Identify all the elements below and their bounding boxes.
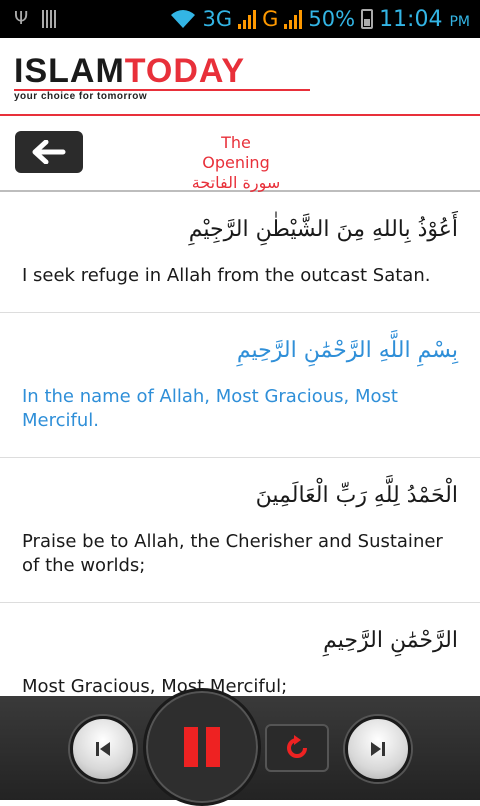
usb-icon: Ψ [14, 8, 29, 29]
skip-next-icon [371, 742, 385, 756]
clock-ampm: PM [449, 13, 470, 30]
app-header: ISLAMTODAY your choice for tomorrow [0, 38, 480, 116]
verse-translation: Most Gracious, Most Merciful; [22, 676, 288, 696]
surah-header: The Opening سورة الفاتحة [0, 116, 480, 192]
arrow-left-icon [32, 140, 66, 164]
verse-arabic: الرَّحْمَٰنِ الرَّحِيمِ [323, 628, 458, 653]
verse-list[interactable]: أَعُوْذُ بِاللهِ مِنَ الشَّيْطٰنِ الرَّج… [0, 192, 480, 696]
verse-arabic: الْحَمْدُ لِلَّهِ رَبِّ الْعَالَمِينَ [255, 483, 458, 508]
skip-previous-icon [96, 742, 110, 756]
pause-icon [180, 727, 224, 767]
surah-title: The Opening سورة الفاتحة [186, 133, 286, 193]
islamtoday-logo: ISLAMTODAY your choice for tomorrow [14, 54, 310, 102]
clock-time: 11:04 [379, 6, 443, 32]
logo-today-text: TODAY [124, 52, 246, 90]
repeat-icon [287, 735, 307, 758]
signal-3g-icon [238, 9, 257, 29]
verse-translation: I seek refuge in Allah from the outcast … [22, 265, 431, 286]
surah-title-ar: سورة الفاتحة [191, 173, 281, 192]
back-button[interactable] [15, 131, 83, 173]
verse-item[interactable]: أَعُوْذُ بِاللهِ مِنَ الشَّيْطٰنِ الرَّج… [0, 192, 480, 313]
status-bar: Ψ 3G G 50% 11:04 PM [0, 0, 480, 38]
verse-translation: In the name of Allah, Most Gracious, Mos… [22, 386, 398, 431]
logo-islam-text: ISLAM [14, 52, 125, 90]
pause-button[interactable] [143, 688, 261, 806]
logo-tagline: your choice for tomorrow [14, 91, 148, 102]
network-g-label: G [262, 7, 279, 31]
verse-arabic: أَعُوْذُ بِاللهِ مِنَ الشَّيْطٰنِ الرَّج… [188, 217, 458, 242]
signal-g-icon [284, 9, 303, 29]
wifi-icon [171, 10, 196, 28]
clock: 11:04 PM [379, 7, 470, 32]
battery-icon [361, 9, 374, 29]
repeat-button[interactable] [265, 724, 329, 772]
verse-translation: Praise be to Allah, the Cherisher and Su… [22, 531, 443, 576]
verse-item[interactable]: الرَّحْمَٰنِ الرَّحِيمِ Most Gracious, M… [0, 603, 480, 696]
network-3g-label: 3G [202, 7, 233, 31]
sd-card-icon [42, 9, 57, 28]
surah-title-en: The Opening [202, 133, 270, 172]
battery-percent: 50% [308, 7, 356, 31]
previous-button[interactable] [70, 716, 136, 782]
verse-item[interactable]: الْحَمْدُ لِلَّهِ رَبِّ الْعَالَمِينَ Pr… [0, 458, 480, 603]
audio-player-bar [0, 688, 480, 806]
verse-item-active[interactable]: بِسْمِ اللَّهِ الرَّحْمَٰنِ الرَّحِيمِ I… [0, 313, 480, 458]
verse-arabic: بِسْمِ اللَّهِ الرَّحْمَٰنِ الرَّحِيمِ [236, 338, 458, 363]
next-button[interactable] [345, 716, 411, 782]
